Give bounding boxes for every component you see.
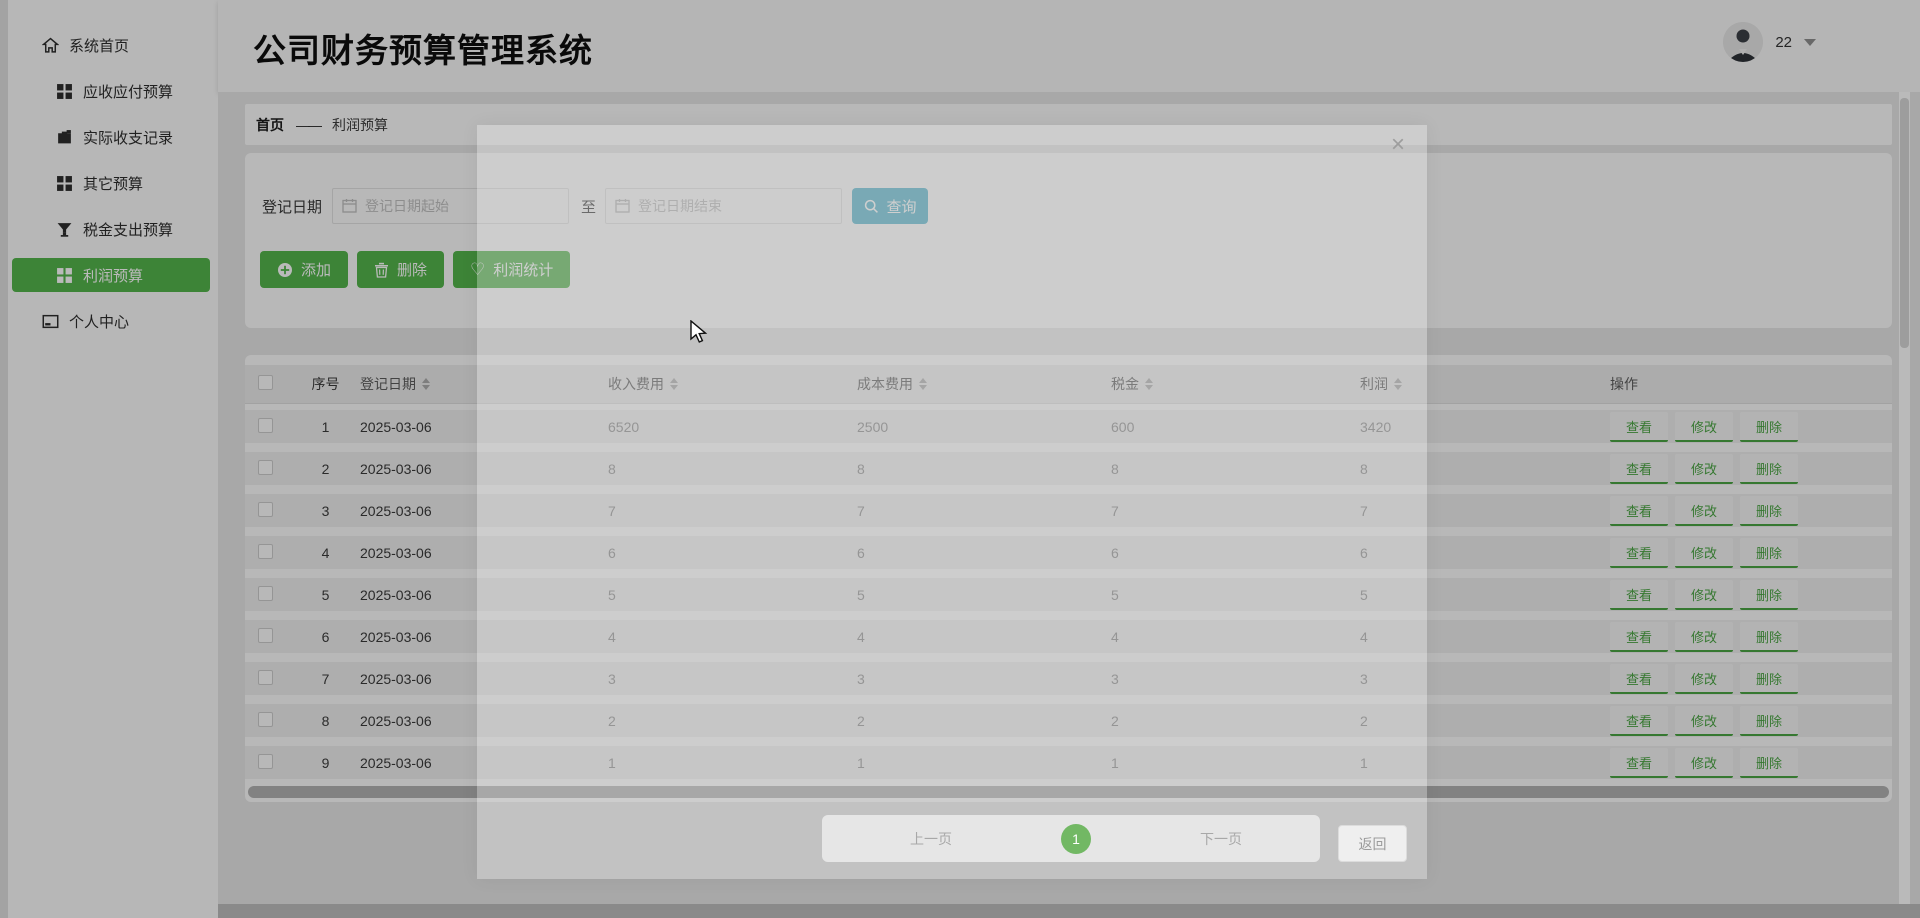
prev-page-button[interactable]: 上一页 <box>910 829 952 849</box>
current-page-badge[interactable]: 1 <box>1061 823 1091 854</box>
close-icon[interactable]: × <box>1391 133 1405 157</box>
profit-stats-modal: × 上一页 1 下一页 返回 <box>477 125 1427 879</box>
pagination: 上一页 1 下一页 <box>822 815 1320 862</box>
next-page-button[interactable]: 下一页 <box>1200 829 1242 849</box>
back-button[interactable]: 返回 <box>1338 825 1407 862</box>
